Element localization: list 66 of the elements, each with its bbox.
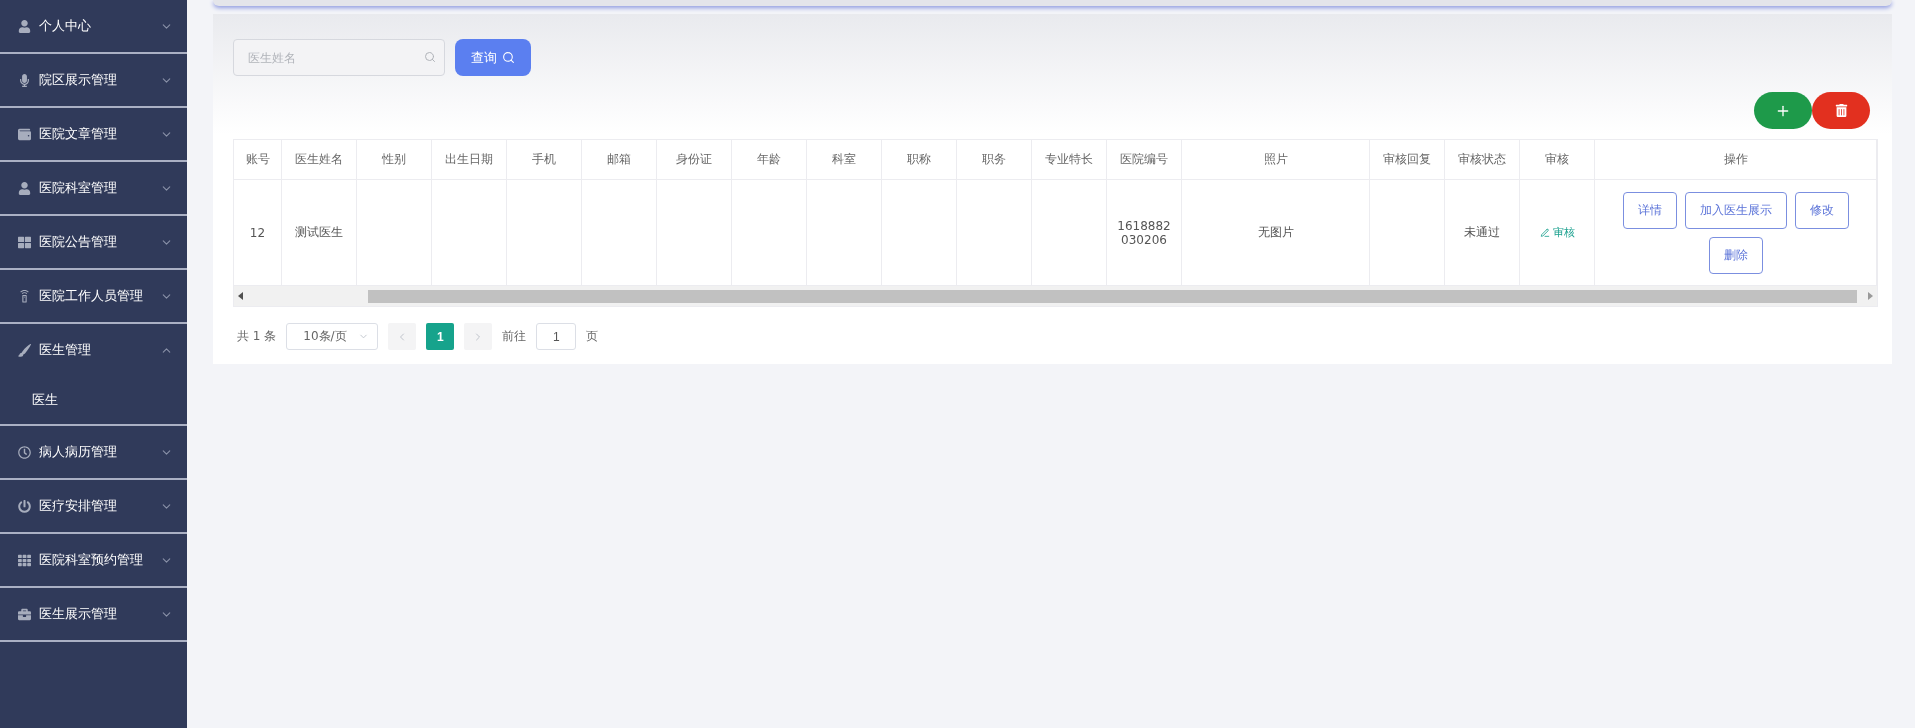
column-header: 出生日期 (445, 151, 493, 168)
wallet-icon (18, 127, 31, 141)
microphone-icon (18, 73, 31, 87)
table-cell: 测试医生 (295, 224, 343, 241)
person-icon (18, 181, 31, 195)
trash-icon (1834, 104, 1848, 117)
delete-button[interactable] (1812, 92, 1870, 129)
column-header: 邮箱 (607, 151, 631, 168)
column-header: 职称 (907, 151, 931, 168)
column-header: 医院编号 (1120, 151, 1168, 168)
table-cell: 未通过 (1464, 224, 1500, 241)
action-button[interactable]: 删除 (1708, 236, 1763, 274)
column-header: 性别 (382, 151, 406, 168)
sidebar-item[interactable]: 医院文章管理 (0, 108, 187, 160)
action-button[interactable]: 加入医生展示 (1684, 191, 1787, 229)
column-header: 职务 (982, 151, 1006, 168)
sidebar-item[interactable]: 医生管理 (0, 324, 187, 376)
table-cell: 无图片 (1257, 224, 1294, 241)
column-header: 身份证 (676, 151, 712, 168)
search-button[interactable]: 查询 (455, 39, 531, 76)
grid-icon (18, 553, 31, 567)
sidebar-item[interactable]: 院区展示管理 (0, 54, 187, 106)
sidebar-item[interactable]: 医疗安排管理 (0, 480, 187, 532)
grid-icon (18, 235, 31, 249)
next-page-button[interactable] (464, 323, 493, 350)
search-icon (502, 51, 515, 64)
sidebar-item[interactable]: 个人中心 (0, 0, 187, 52)
column-header: 照片 (1263, 151, 1288, 168)
sidebar-subitem[interactable]: 医生 (0, 376, 187, 424)
page-input[interactable]: 1 (536, 323, 577, 350)
sidebar-item[interactable]: 医院科室管理 (0, 162, 187, 214)
column-header: 操作 (1723, 151, 1748, 168)
search-icon (424, 51, 436, 63)
table-cell: 12 (249, 225, 266, 240)
power-icon (18, 499, 31, 513)
pencil-icon (1539, 227, 1550, 238)
column-header: 审核 (1545, 151, 1569, 168)
column-header: 年龄 (757, 151, 781, 168)
sidebar-item[interactable]: 医生展示管理 (0, 588, 187, 640)
previous-page-button[interactable] (388, 323, 417, 350)
table-cell-text: 1618882 030206 (1116, 218, 1172, 247)
sidebar-item[interactable]: 病人病历管理 (0, 426, 187, 478)
remote-icon (18, 289, 31, 303)
column-header: 专业特长 (1045, 151, 1093, 168)
page-suffix: 页 (586, 328, 599, 345)
column-header: 手机 (532, 151, 556, 168)
column-header: 账号 (245, 151, 270, 168)
brush-icon (18, 343, 31, 357)
column-header: 医生姓名 (295, 151, 343, 168)
column-header: 审核回复 (1383, 151, 1431, 168)
action-button[interactable]: 修改 (1794, 191, 1849, 229)
goto-label: 前往 (502, 328, 527, 345)
total-count: 共 1 条 (237, 328, 277, 345)
page-size-select[interactable]: 10条/页 (286, 323, 379, 350)
briefcase-icon (18, 607, 31, 621)
column-header: 审核状态 (1458, 151, 1506, 168)
sidebar-item[interactable]: 医院公告管理 (0, 216, 187, 268)
clock-icon (18, 445, 31, 459)
search-field[interactable]: 医生姓名 (233, 39, 445, 76)
action-button[interactable]: 详情 (1622, 191, 1677, 229)
add-button[interactable] (1754, 92, 1812, 129)
column-header: 科室 (832, 151, 856, 168)
horizontal-scrollbar[interactable] (234, 286, 1877, 306)
sidebar-item[interactable]: 医院工作人员管理 (0, 270, 187, 322)
sidebar-item[interactable]: 医院科室预约管理 (0, 534, 187, 586)
person-icon (18, 19, 31, 33)
